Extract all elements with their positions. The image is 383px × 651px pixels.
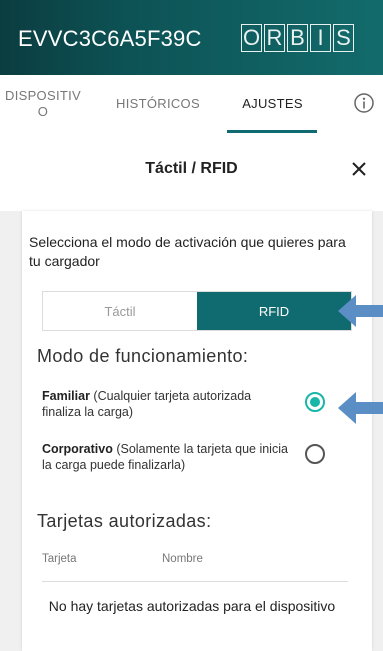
radio-familiar[interactable]: [305, 392, 325, 412]
settings-card: Selecciona el modo de activación que qui…: [22, 211, 372, 651]
mode-name: Corporativo: [42, 442, 113, 456]
logo-letter: B: [287, 24, 308, 52]
column-header-nombre: Nombre: [162, 553, 203, 565]
mode-name: Familiar: [42, 389, 90, 403]
info-icon[interactable]: [353, 92, 375, 114]
logo-letter: S: [333, 24, 354, 52]
column-header-tarjeta: Tarjeta: [42, 553, 77, 565]
tab-label: DISPOSITIV O: [5, 88, 81, 119]
cards-section-title: Tarjetas autorizadas:: [37, 511, 212, 531]
app-header: EVVC3C6A5F39C O R B I S: [0, 0, 383, 75]
table-divider: [42, 581, 348, 582]
logo-letter: I: [310, 24, 331, 52]
intro-text: Selecciona el modo de activación que qui…: [29, 234, 346, 269]
mode-option-corporativo[interactable]: Corporativo (Solamente la tarjeta que in…: [42, 441, 292, 473]
tab-ajustes[interactable]: AJUSTES: [225, 75, 320, 133]
radio-corporativo[interactable]: [305, 444, 325, 464]
mode-option-familiar[interactable]: Familiar (Cualquier tarjeta autorizada f…: [42, 388, 292, 420]
empty-state-text: No hay tarjetas autorizadas para el disp…: [48, 598, 336, 614]
tab-label: AJUSTES: [242, 96, 303, 111]
annotation-arrow-icon: [338, 392, 383, 424]
close-icon[interactable]: [346, 156, 372, 182]
device-id: EVVC3C6A5F39C: [18, 26, 202, 51]
dialog-title: Táctil / RFID: [145, 160, 238, 177]
tab-historicos[interactable]: HISTÓRICOS: [108, 75, 208, 133]
dialog-header: Táctil / RFID: [0, 133, 383, 211]
orbis-logo: O R B I S: [241, 24, 354, 54]
segment-tactil-button[interactable]: Táctil: [43, 292, 197, 330]
tab-bar: DISPOSITIV O HISTÓRICOS AJUSTES: [0, 75, 383, 134]
logo-letter: R: [264, 24, 285, 52]
annotation-arrow-icon: [338, 295, 383, 327]
segment-rfid-button[interactable]: RFID: [197, 292, 351, 330]
logo-letter: O: [241, 24, 262, 52]
tab-dispositivo[interactable]: DISPOSITIV O: [0, 75, 86, 133]
tab-label: HISTÓRICOS: [116, 96, 200, 111]
mode-section-title: Modo de funcionamiento:: [37, 346, 249, 366]
activation-mode-toggle: Táctil RFID: [42, 291, 352, 331]
